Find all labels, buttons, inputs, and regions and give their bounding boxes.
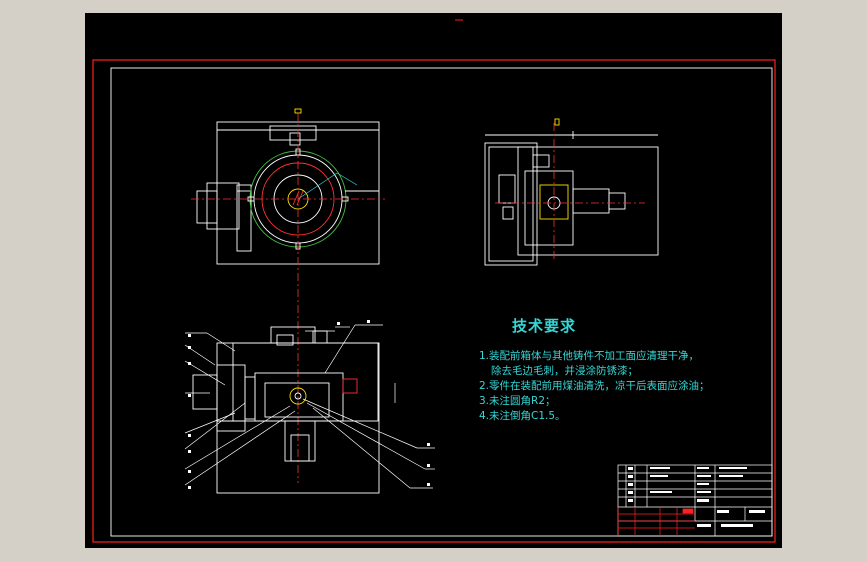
outer-sheet-frame xyxy=(92,59,776,543)
title-block-red xyxy=(617,507,695,536)
cad-drawing xyxy=(92,19,776,543)
requirement-line-2: 除去毛边毛刺，并浸涂防锈漆； xyxy=(491,365,638,377)
inner-sheet-frame xyxy=(110,67,773,537)
cad-viewport[interactable]: 技术要求 1.装配前箱体与其他铸件不加工面应清理干净， 除去毛边毛刺，并浸涂防锈… xyxy=(85,13,782,548)
requirement-line-5: 4.未注倒角C1.5。 xyxy=(479,410,566,422)
side-view xyxy=(484,118,659,266)
technical-requirements-title: 技术要求 xyxy=(512,317,577,335)
section-view xyxy=(192,326,380,494)
leader-lines xyxy=(184,324,435,489)
top-view xyxy=(196,108,380,265)
requirement-line-3: 2.零件在装配前用煤油清洗，凉干后表面应涂油； xyxy=(479,380,710,392)
requirement-line-4: 3.未注圆角R2； xyxy=(479,395,556,407)
requirement-line-1: 1.装配前箱体与其他铸件不加工面应清理干净， xyxy=(479,350,700,362)
